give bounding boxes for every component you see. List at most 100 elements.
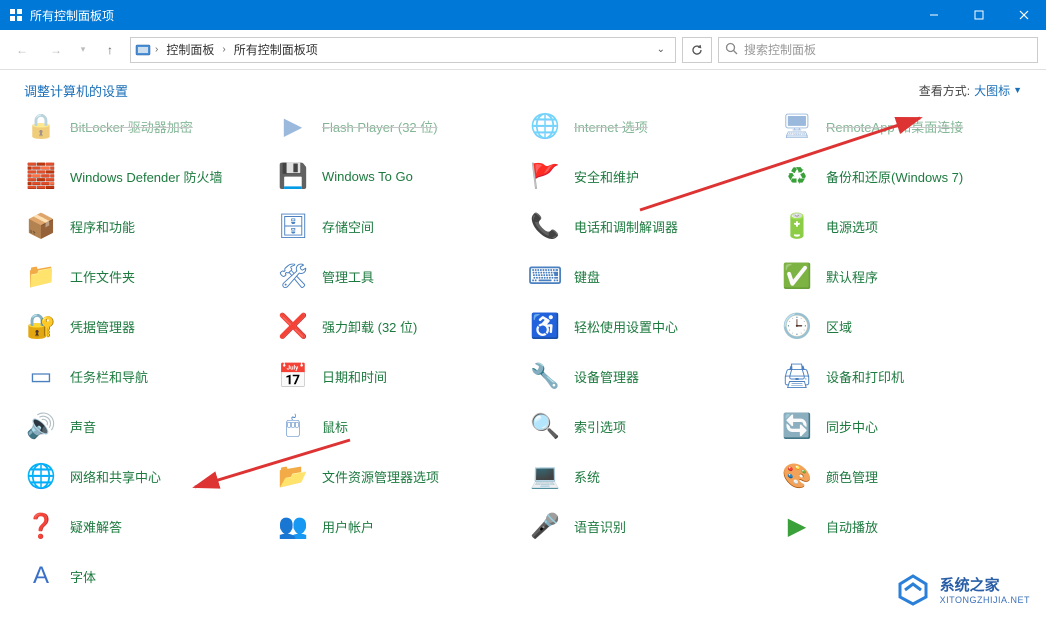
cp-item-force-uninstall[interactable]: ❌强力卸载 (32 位) (276, 308, 518, 344)
cp-item-mouse[interactable]: 🖱鼠标 (276, 408, 518, 444)
close-button[interactable] (1001, 0, 1046, 30)
up-button[interactable]: ↑ (96, 36, 124, 64)
cp-item-label: 用户帐户 (322, 517, 374, 536)
refresh-button[interactable] (682, 37, 712, 63)
control-panel-small-icon (135, 42, 151, 58)
search-input[interactable] (744, 43, 1031, 57)
usb-icon: 💾 (276, 159, 310, 193)
cp-item-phone-modem[interactable]: 📞电话和调制解调器 (528, 208, 770, 244)
cp-item-remoteapp[interactable]: 🖥RemoteApp 和桌面连接 (780, 110, 1022, 144)
cp-item-troubleshooting[interactable]: ❓疑难解答 (24, 508, 266, 544)
drives-icon: 🗄 (276, 209, 310, 243)
mouse-icon: 🖱 (276, 409, 310, 443)
watermark-logo-icon (894, 572, 932, 606)
cp-item-windows-to-go[interactable]: 💾Windows To Go (276, 158, 518, 194)
cp-item-autoplay[interactable]: ▶ 自动播放 (780, 508, 1022, 544)
search-box[interactable] (718, 37, 1038, 63)
printer-icon: 🖨 (780, 359, 814, 393)
cp-item-label: 网络和共享中心 (70, 467, 161, 486)
cp-item-indexing[interactable]: 🔍 索引选项 (528, 408, 770, 444)
cp-item-label: 默认程序 (826, 267, 878, 286)
view-value: 大图标 (974, 82, 1010, 99)
cp-item-internet-options[interactable]: 🌐Internet 选项 (528, 110, 770, 144)
cp-item-color-management[interactable]: 🎨 颜色管理 (780, 458, 1022, 494)
users-icon: 👥 (276, 509, 310, 543)
cp-item-sync-center[interactable]: 🔄 同步中心 (780, 408, 1022, 444)
breadcrumb-sep-icon: › (155, 44, 158, 55)
cp-item-label: 自动播放 (826, 517, 878, 536)
cp-item-taskbar-nav[interactable]: ▭ 任务栏和导航 (24, 358, 266, 394)
bottom-fade (0, 616, 1046, 622)
watermark: 系统之家 XITONGZHIJIA.NET (892, 570, 1032, 608)
cp-item-label: 设备管理器 (574, 367, 639, 386)
cp-item-speech-recognition[interactable]: 🎤 语音识别 (528, 508, 770, 544)
cp-item-label: Flash Player (32 位) (322, 117, 438, 136)
cp-item-user-accounts[interactable]: 👥 用户帐户 (276, 508, 518, 544)
cp-item-defender-firewall[interactable]: 🧱Windows Defender 防火墙 (24, 158, 266, 194)
breadcrumb-root[interactable]: 控制面板 (162, 41, 218, 58)
cp-item-programs-features[interactable]: 📦程序和功能 (24, 208, 266, 244)
maximize-button[interactable] (956, 0, 1001, 30)
cp-item-bitlocker[interactable]: 🔒BitLocker 驱动器加密 (24, 110, 266, 144)
cp-item-label: 任务栏和导航 (70, 367, 148, 386)
cp-item-work-folders[interactable]: 📁工作文件夹 (24, 258, 266, 294)
sync-icon: 🔄 (780, 409, 814, 443)
cp-item-fonts[interactable]: A字体 (24, 558, 266, 594)
cp-item-label: 电源选项 (826, 217, 878, 236)
cp-item-network-sharing[interactable]: 🌐网络和共享中心 (24, 458, 266, 494)
cp-item-security-maintenance[interactable]: 🚩安全和维护 (528, 158, 770, 194)
mic-icon: 🎤 (528, 509, 562, 543)
control-panel-icon (8, 7, 24, 23)
cp-item-ease-of-access[interactable]: ♿轻松使用设置中心 (528, 308, 770, 344)
titlebar: 所有控制面板项 (0, 0, 1046, 30)
cp-item-flash-player[interactable]: ▶Flash Player (32 位) (276, 110, 518, 144)
cp-item-devices-printers[interactable]: 🖨设备和打印机 (780, 358, 1022, 394)
cp-item-label: 凭据管理器 (70, 317, 135, 336)
cp-item-storage-spaces[interactable]: 🗄存储空间 (276, 208, 518, 244)
breadcrumb-current[interactable]: 所有控制面板项 (230, 41, 322, 58)
recent-dropdown[interactable]: ▾ (76, 36, 90, 64)
cp-item-label: 语音识别 (574, 517, 626, 536)
minimize-button[interactable] (911, 0, 956, 30)
back-button[interactable]: ← (8, 36, 36, 64)
cp-item-label: 同步中心 (826, 417, 878, 436)
cp-item-credential-manager[interactable]: 🔐 凭据管理器 (24, 308, 266, 344)
cp-item-date-time[interactable]: 📅日期和时间 (276, 358, 518, 394)
vault-icon: 🔐 (24, 309, 58, 343)
cp-item-label: 安全和维护 (574, 167, 639, 186)
cp-item-region[interactable]: 🕒 区域 (780, 308, 1022, 344)
address-dropdown-icon[interactable]: ⌄ (651, 44, 671, 55)
forward-button[interactable]: → (42, 36, 70, 64)
cp-item-file-explorer-options[interactable]: 📂文件资源管理器选项 (276, 458, 518, 494)
cp-item-label: 轻松使用设置中心 (574, 317, 678, 336)
cp-item-keyboard[interactable]: ⌨键盘 (528, 258, 770, 294)
taskbar-icon: ▭ (24, 359, 58, 393)
breadcrumb[interactable]: › 控制面板 › 所有控制面板项 ⌄ (130, 37, 676, 63)
clock-globe-icon: 🕒 (780, 309, 814, 343)
view-dropdown[interactable]: 大图标 ▼ (974, 82, 1022, 99)
cp-item-label: 颜色管理 (826, 467, 878, 486)
cp-item-device-manager[interactable]: 🔧设备管理器 (528, 358, 770, 394)
cp-item-label: 索引选项 (574, 417, 626, 436)
cp-item-default-programs[interactable]: ✅默认程序 (780, 258, 1022, 294)
phone-icon: 📞 (528, 209, 562, 243)
cp-item-sound[interactable]: 🔊声音 (24, 408, 266, 444)
remote-icon: 🖥 (780, 110, 814, 143)
autoplay-icon: ▶ (780, 509, 814, 543)
header-row: 调整计算机的设置 查看方式: 大图标 ▼ (0, 70, 1046, 110)
globe-check-icon: 🌐 (528, 110, 562, 143)
cp-item-label: 日期和时间 (322, 367, 387, 386)
search-icon: 🔍 (528, 409, 562, 443)
chevron-down-icon: ▼ (1013, 85, 1022, 95)
cp-item-power-options[interactable]: 🔋电源选项 (780, 208, 1022, 244)
color-icon: 🎨 (780, 459, 814, 493)
search-icon (725, 42, 738, 58)
cp-item-label: 区域 (826, 317, 852, 336)
cp-item-backup-restore[interactable]: ♻备份和还原(Windows 7) (780, 158, 1022, 194)
cp-item-label: 文件资源管理器选项 (322, 467, 439, 486)
cp-item-label: 键盘 (574, 267, 600, 286)
box-icon: 📦 (24, 209, 58, 243)
cp-item-admin-tools[interactable]: 🛠管理工具 (276, 258, 518, 294)
page-title: 调整计算机的设置 (24, 81, 128, 100)
cp-item-system[interactable]: 💻系统 (528, 458, 770, 494)
